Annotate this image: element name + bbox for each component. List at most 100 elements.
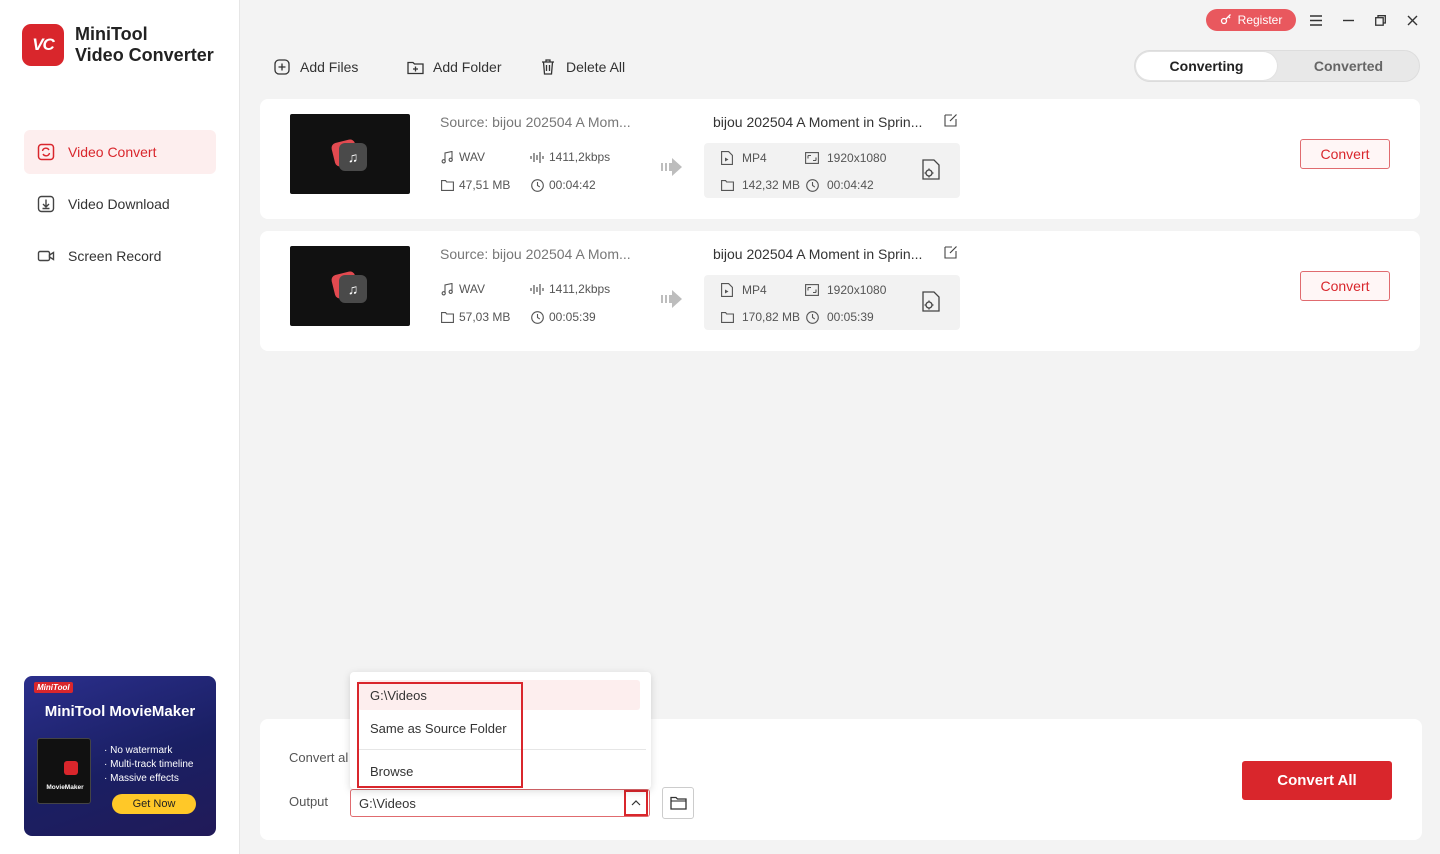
audio-file-icon <box>440 150 454 164</box>
minimize-icon[interactable] <box>1338 10 1358 30</box>
app-logo-badge: VC <box>22 24 64 66</box>
file-thumbnail: ♫ <box>290 246 410 326</box>
add-folder-button[interactable]: Add Folder <box>406 56 501 78</box>
source-size: 57,03 MB <box>440 310 510 324</box>
output-size: 142,32 MB <box>720 178 800 192</box>
bitrate-icon <box>530 150 544 164</box>
tab-converted[interactable]: Converted <box>1278 52 1419 80</box>
source-duration: 00:04:42 <box>530 178 596 192</box>
source-duration-value: 00:04:42 <box>549 178 596 192</box>
close-icon[interactable] <box>1402 10 1422 30</box>
plus-circle-icon <box>273 58 291 76</box>
folder-icon <box>720 178 734 192</box>
trash-icon <box>539 58 557 76</box>
convert-all-to-label: Convert al <box>289 750 349 765</box>
source-bitrate: 1411,2kbps <box>530 282 610 296</box>
menu-divider <box>358 749 646 750</box>
open-folder-button[interactable] <box>662 787 694 819</box>
sidebar-item-screen-record[interactable]: Screen Record <box>24 234 216 278</box>
menu-item-same-as-source[interactable]: Same as Source Folder <box>358 713 640 743</box>
source-format: WAV <box>440 150 485 164</box>
convert-button[interactable]: Convert <box>1300 271 1390 301</box>
source-title: Source: bijou 202504 A Mom... <box>440 114 631 130</box>
convert-all-button[interactable]: Convert All <box>1242 761 1392 800</box>
file-settings-icon[interactable] <box>922 291 944 313</box>
moviemaker-logo-icon <box>64 761 78 775</box>
app-name-line1: MiniTool <box>75 24 148 44</box>
restore-icon[interactable] <box>1370 10 1390 30</box>
clock-icon <box>805 178 819 192</box>
output-duration: 00:05:39 <box>805 310 874 324</box>
sidebar-item-label: Video Download <box>68 196 170 212</box>
ad-feature: · Massive effects <box>104 773 179 784</box>
app-name: MiniTool Video Converter <box>75 24 214 66</box>
edit-icon[interactable] <box>944 113 958 127</box>
ad-get-now-button[interactable]: Get Now <box>112 794 196 814</box>
add-files-label: Add Files <box>300 59 359 75</box>
sidebar-item-video-download[interactable]: Video Download <box>24 182 216 226</box>
folder-icon <box>669 796 687 810</box>
menu-item-browse[interactable]: Browse <box>358 756 640 786</box>
music-icon: ♫ <box>339 275 367 303</box>
output-resolution: 1920x1080 <box>805 283 886 297</box>
audio-file-icon <box>440 282 454 296</box>
add-files-button[interactable]: Add Files <box>273 56 358 78</box>
source-bitrate-value: 1411,2kbps <box>549 282 611 296</box>
app-name-line2: Video Converter <box>75 45 214 65</box>
output-size-value: 170,82 MB <box>742 310 801 324</box>
output-size: 170,82 MB <box>720 310 800 324</box>
source-format-value: WAV <box>459 150 485 164</box>
folder-icon <box>440 178 454 192</box>
output-format-value: MP4 <box>742 151 767 165</box>
output-settings-box[interactable]: MP4 1920x1080 170,82 MB 00:05:39 <box>704 275 960 330</box>
bitrate-icon <box>530 282 544 296</box>
clock-icon <box>805 310 819 324</box>
key-icon <box>1220 13 1232 28</box>
resolution-icon <box>805 283 819 297</box>
output-title: bijou 202504 A Moment in Sprin... <box>713 246 923 262</box>
register-button[interactable]: Register <box>1206 9 1296 31</box>
add-folder-label: Add Folder <box>433 59 502 75</box>
ad-features: · No watermark · Multi-track timeline · … <box>104 744 193 786</box>
resolution-icon <box>805 151 819 165</box>
ad-product-box: MovieMaker <box>37 738 91 804</box>
source-size-value: 57,03 MB <box>459 310 511 324</box>
file-card: ♫ Source: bijou 202504 A Mom... WAV 1411… <box>260 231 1420 351</box>
menu-icon[interactable] <box>1306 10 1326 30</box>
output-path-select[interactable]: G:\Videos <box>350 789 650 817</box>
source-duration-value: 00:05:39 <box>549 310 596 324</box>
arrow-right-icon <box>660 157 684 177</box>
output-format-value: MP4 <box>742 283 767 297</box>
output-format: MP4 <box>720 151 767 165</box>
output-size-value: 142,32 MB <box>742 178 801 192</box>
output-dropdown-toggle[interactable] <box>624 790 648 816</box>
ad-title: MiniTool MovieMaker <box>44 703 196 720</box>
moviemaker-ad-banner[interactable]: MiniTool MiniTool MovieMaker MovieMaker … <box>24 676 216 836</box>
source-bitrate-value: 1411,2kbps <box>549 150 611 164</box>
sidebar-nav: Video Convert Video Download Screen Reco… <box>24 130 216 286</box>
edit-icon[interactable] <box>944 245 958 259</box>
source-bitrate: 1411,2kbps <box>530 150 610 164</box>
source-size: 47,51 MB <box>440 178 510 192</box>
file-settings-icon[interactable] <box>922 159 944 181</box>
output-resolution: 1920x1080 <box>805 151 886 165</box>
chevron-up-icon <box>631 800 641 806</box>
file-thumbnail: ♫ <box>290 114 410 194</box>
output-format: MP4 <box>720 283 767 297</box>
delete-all-button[interactable]: Delete All <box>539 56 625 78</box>
converting-tabs: Converting Converted <box>1134 50 1420 82</box>
sidebar: VC MiniTool Video Converter Video Conver… <box>0 0 240 854</box>
source-duration: 00:05:39 <box>530 310 596 324</box>
sidebar-item-label: Video Convert <box>68 144 157 160</box>
tab-converting[interactable]: Converting <box>1136 52 1277 80</box>
convert-button[interactable]: Convert <box>1300 139 1390 169</box>
output-label: Output <box>289 794 329 809</box>
sidebar-item-video-convert[interactable]: Video Convert <box>24 130 216 174</box>
clock-icon <box>530 310 544 324</box>
video-file-icon <box>720 283 734 297</box>
register-label: Register <box>1237 13 1283 27</box>
source-title: Source: bijou 202504 A Mom... <box>440 246 631 262</box>
menu-item-g-videos[interactable]: G:\Videos <box>358 680 640 710</box>
output-settings-box[interactable]: MP4 1920x1080 142,32 MB 00:04:42 <box>704 143 960 198</box>
source-format-value: WAV <box>459 282 485 296</box>
